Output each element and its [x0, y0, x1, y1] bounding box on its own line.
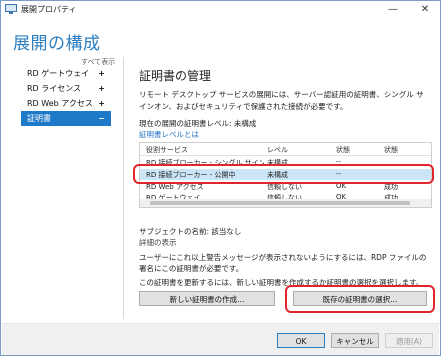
column-header-role-service[interactable]: 役割サービス [146, 145, 188, 155]
highlight-frame-row [133, 164, 434, 184]
scrollbar-thumb[interactable] [150, 201, 410, 205]
sidebar-item-certificates[interactable]: 証明書 − [21, 111, 111, 126]
apply-button[interactable]: 適用(A) [385, 333, 433, 348]
minimize-button[interactable]: — [379, 1, 407, 19]
description-text: リモート デスクトップ サービスの展開には、サーバー認証用の証明書、シングル サ… [139, 90, 424, 111]
column-header-level[interactable]: レベル [267, 145, 288, 155]
certificate-level-help-link[interactable]: 証明書レベルとは [139, 129, 199, 140]
create-new-certificate-button[interactable]: 新しい証明書の作成... [139, 291, 275, 306]
page-title: 展開の構成 [13, 34, 101, 54]
deployment-properties-window: 展開プロパティ — ✕ 展開の構成 すべて表示 RD ゲートウェイ + RD ラ… [0, 0, 441, 356]
subject-name-text: サブジェクトの名前: 該当なし [139, 227, 242, 236]
certificate-level-text: 現在の展開の証明書レベル: 未構成 [139, 119, 257, 128]
sidebar-item-label: RD ライセンス [27, 84, 82, 93]
collapse-icon: − [98, 114, 105, 123]
sidebar-item-label: RD Web アクセス [27, 99, 93, 108]
cancel-button[interactable]: キャンセル [331, 333, 379, 348]
title-bar: 展開プロパティ — ✕ [1, 1, 440, 19]
sidebar-item-label: 証明書 [27, 114, 51, 123]
window-title: 展開プロパティ [21, 5, 77, 14]
expand-icon: + [98, 69, 105, 78]
column-header-state[interactable]: 状態 [336, 145, 350, 155]
divider [123, 57, 124, 319]
highlight-frame-button [285, 285, 435, 313]
sidebar-item-rd-gateway[interactable]: RD ゲートウェイ + [21, 66, 111, 81]
dialog-footer: OK キャンセル 適用(A) [2, 324, 439, 355]
ok-button[interactable]: OK [277, 333, 325, 348]
server-app-icon [5, 4, 17, 14]
sidebar-item-rd-web-access[interactable]: RD Web アクセス + [21, 96, 111, 111]
expand-icon: + [98, 99, 105, 108]
close-button[interactable]: ✕ [411, 1, 439, 19]
sidebar-item-rd-licensing[interactable]: RD ライセンス + [21, 81, 111, 96]
section-title: 証明書の管理 [139, 69, 212, 83]
expand-icon: + [98, 84, 105, 93]
view-details-link[interactable]: 詳細の表示 [139, 237, 177, 248]
column-header-status[interactable]: 状態 [384, 145, 398, 155]
horizontal-scrollbar[interactable] [140, 199, 431, 207]
warning-text: ユーザーにこれ以上警告メッセージが表示されないようにするには、RDP ファイルの… [139, 253, 427, 273]
table-header: 役割サービス レベル 状態 状態 [140, 143, 431, 156]
sidebar: RD ゲートウェイ + RD ライセンス + RD Web アクセス + 証明書… [21, 66, 111, 126]
sidebar-item-label: RD ゲートウェイ [27, 69, 90, 78]
